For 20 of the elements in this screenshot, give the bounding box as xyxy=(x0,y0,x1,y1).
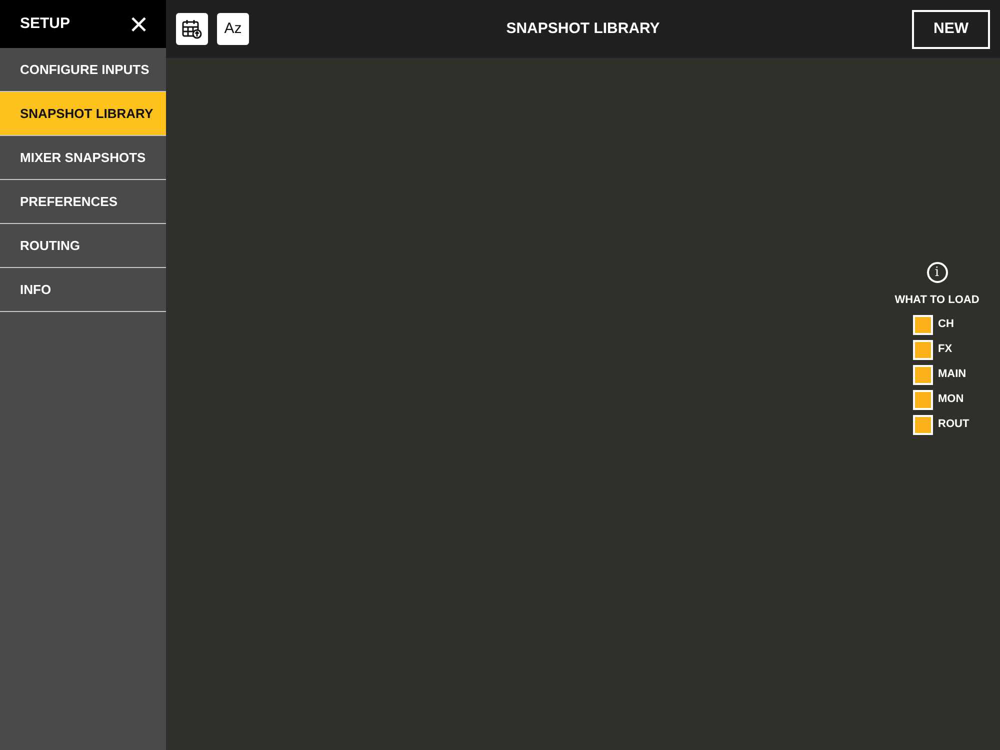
checkbox[interactable] xyxy=(913,340,933,360)
checkbox-label: FX xyxy=(938,342,952,358)
checkbox-label: CH xyxy=(938,317,954,332)
sidebar-item[interactable]: SNAPSHOT LIBRARY xyxy=(0,92,166,136)
checkbox[interactable] xyxy=(913,414,933,434)
checkbox[interactable] xyxy=(913,390,933,410)
what-to-load-label: WHAT TO LOAD xyxy=(894,293,980,308)
calendar-icon xyxy=(181,18,203,40)
info-icon[interactable]: i xyxy=(926,262,948,283)
checkbox[interactable] xyxy=(913,314,933,334)
page-title: SNAPSHOT LIBRARY xyxy=(506,18,660,39)
checkbox-label: MAIN xyxy=(938,367,966,382)
checkbox[interactable] xyxy=(913,364,933,384)
new-button[interactable]: NEW xyxy=(912,10,990,48)
checkbox-label: MON xyxy=(938,392,964,408)
sidebar-title: SETUP xyxy=(20,14,70,34)
sort-button[interactable]: Az xyxy=(217,13,249,45)
close-button[interactable]: × xyxy=(129,8,148,40)
checkbox-label: ROUT xyxy=(938,417,970,432)
calendar-upload-button[interactable] xyxy=(176,13,208,45)
